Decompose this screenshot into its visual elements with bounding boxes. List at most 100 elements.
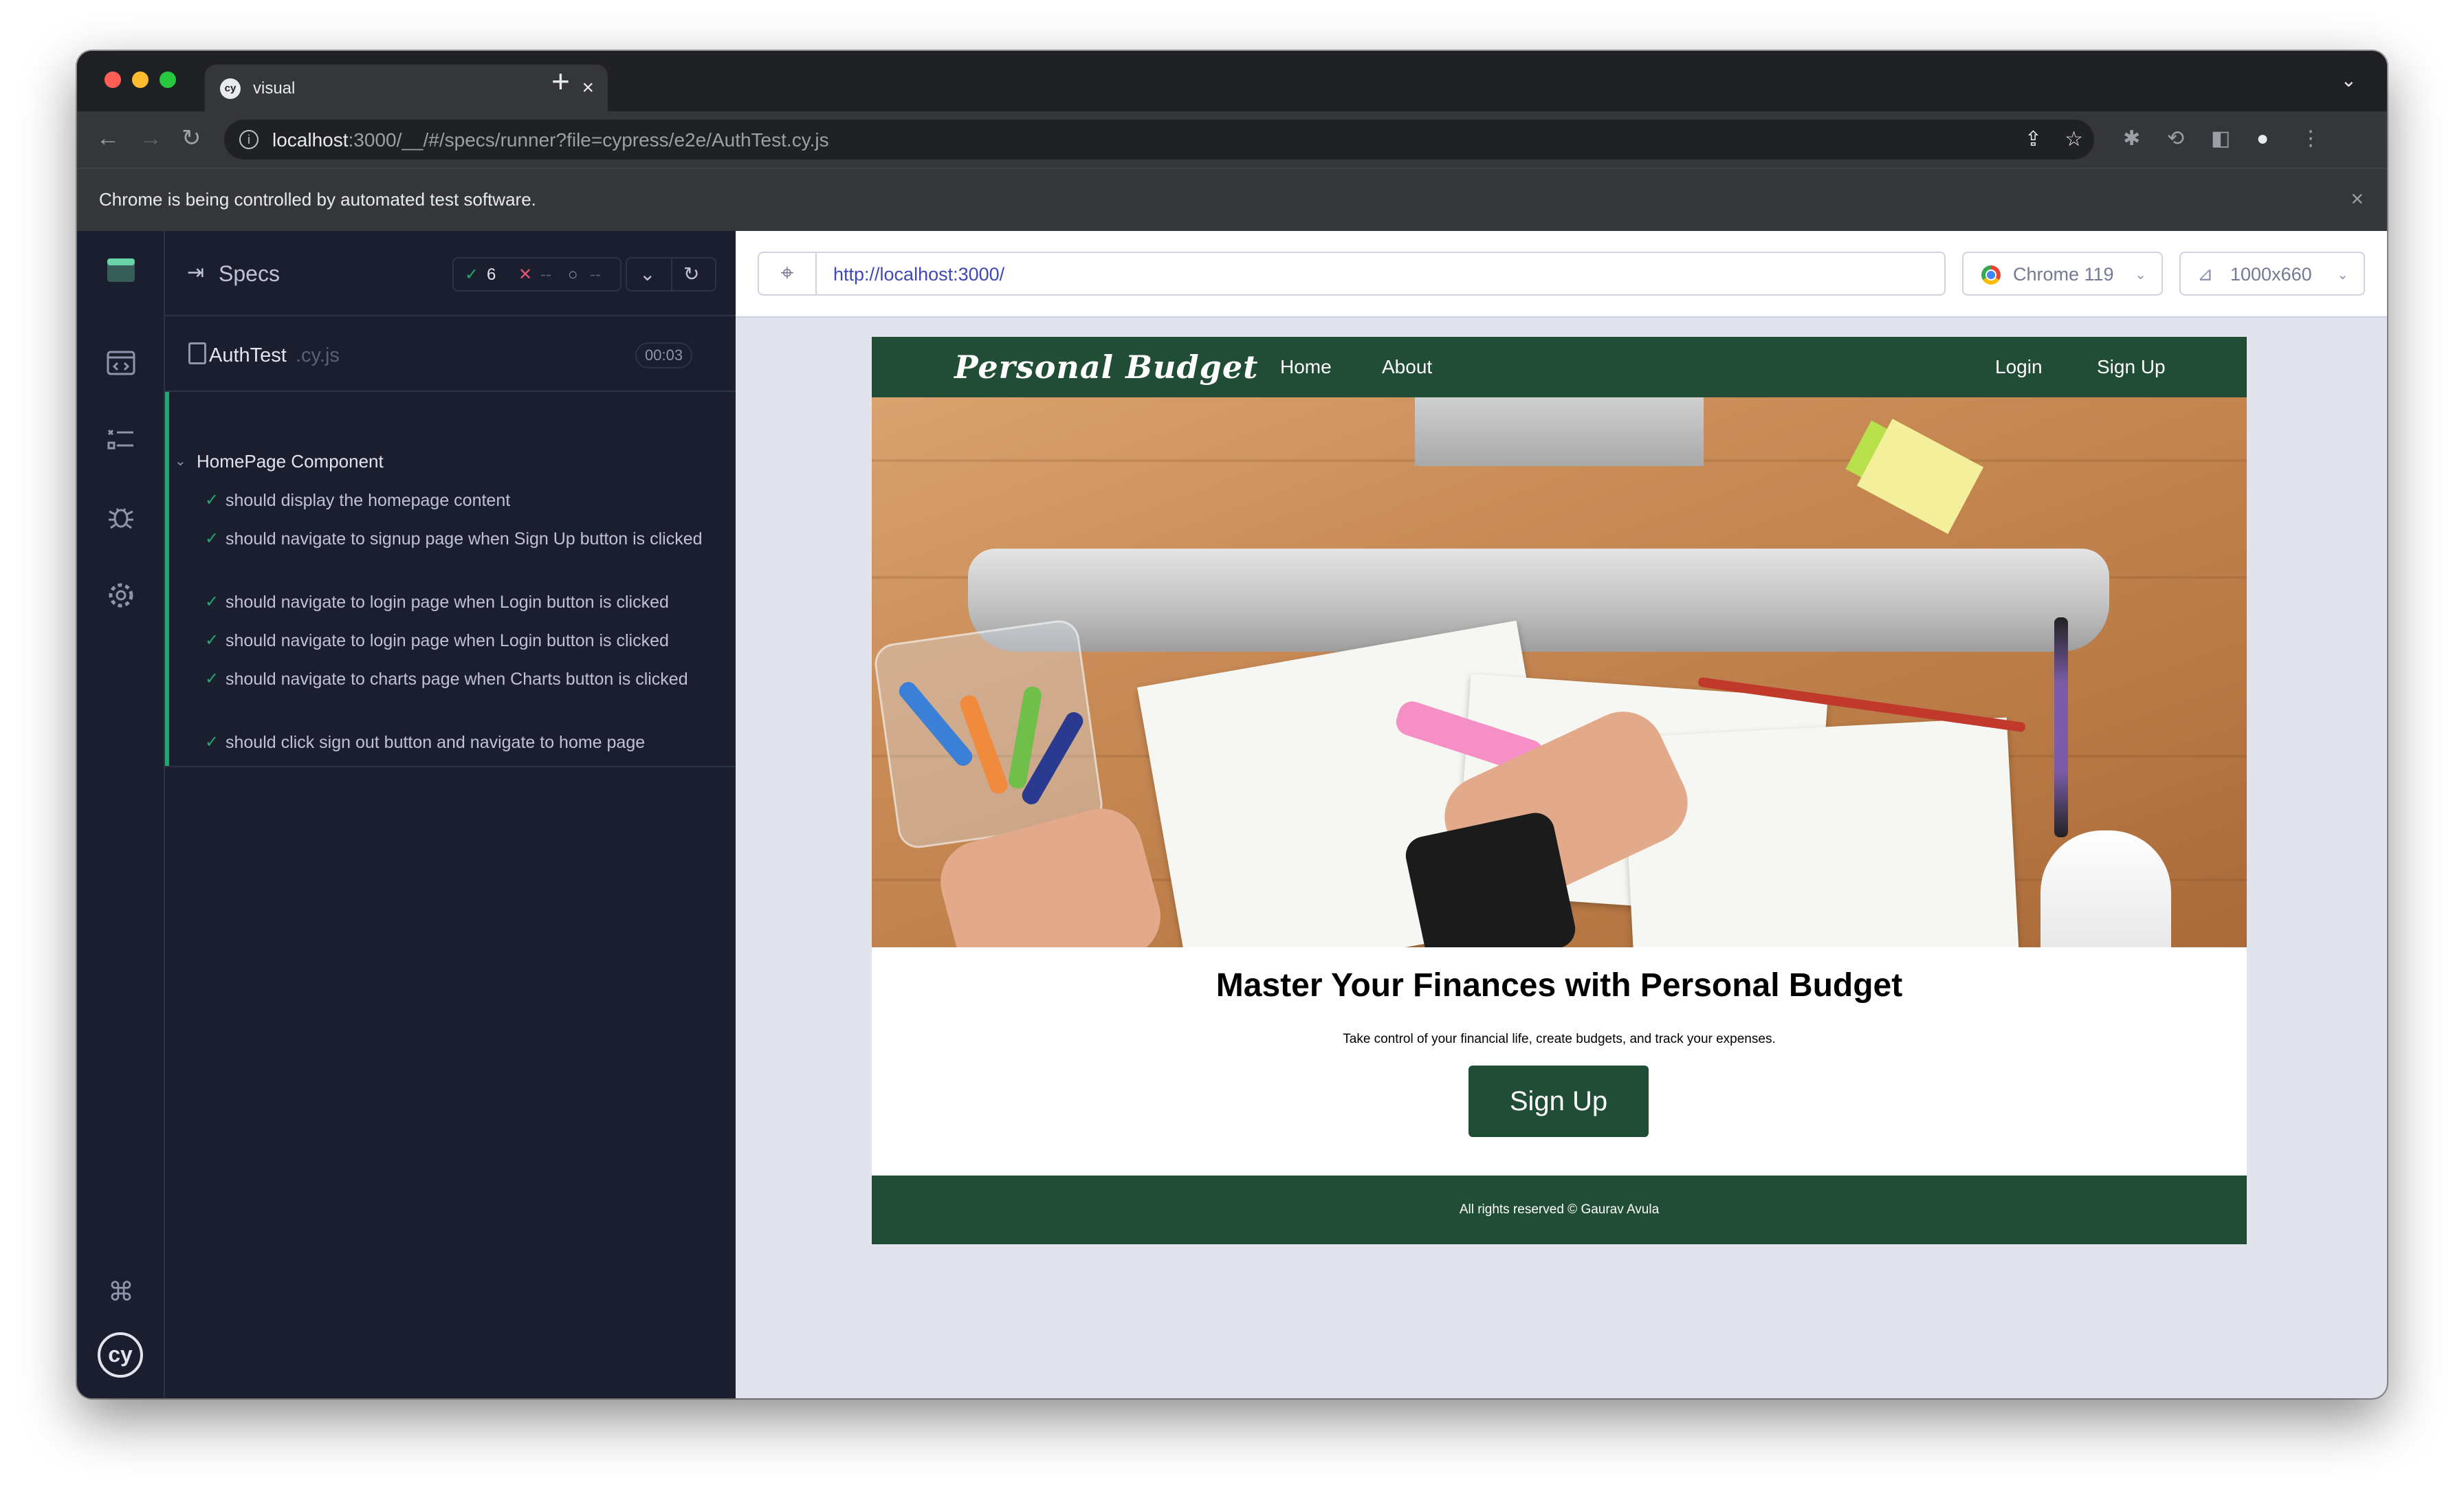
share-icon[interactable]: ⇪ <box>2025 128 2042 151</box>
monitor-stand <box>1415 397 1704 466</box>
collapse-chevron-icon[interactable]: ⌄ <box>639 261 655 287</box>
suite-passed-bar <box>165 392 169 767</box>
failed-x-icon: ✕ <box>518 265 533 284</box>
failed-count: -- <box>540 265 551 284</box>
aut-url-bar[interactable]: http://localhost:3000/ <box>815 252 1946 296</box>
chevron-down-icon: ⌄ <box>2337 267 2348 283</box>
passed-check-icon: ✓ <box>205 670 219 688</box>
app-footer: All rights reserved © Gaurav Avula <box>872 1176 2247 1244</box>
browser-app-icon[interactable] <box>104 257 138 290</box>
cypress-side-nav: ⌘ cy <box>77 231 165 1398</box>
chrome-menu-icon[interactable]: ⋮ <box>2300 125 2321 153</box>
browser-label: Chrome 119 <box>2013 264 2114 285</box>
reporter-controls: ⌄ ↻ <box>626 257 716 291</box>
test-item[interactable]: ✓ should navigate to signup page when Si… <box>205 527 714 582</box>
footer-copyright: All rights reserved © Gaurav Avula <box>1459 1202 1660 1217</box>
profile-avatar-icon[interactable]: ● <box>2256 125 2269 153</box>
extensions-puzzle-icon[interactable]: ✱ <box>2123 125 2140 153</box>
pending-spinner-icon: ○ <box>568 265 578 284</box>
extension-icon[interactable]: ⟲ <box>2167 125 2184 153</box>
aut-header: ⌖ http://localhost:3000/ Chrome 119 ⌄ ⊿ … <box>736 231 2387 318</box>
back-arrow-icon[interactable]: ← <box>96 122 120 154</box>
test-label: should navigate to login page when Login… <box>226 593 669 612</box>
spec-file-name: AuthTest <box>209 344 287 366</box>
nav-home-link[interactable]: Home <box>1280 356 1332 378</box>
suite-caret-icon[interactable]: ⌄ <box>175 451 186 472</box>
aut-url: http://localhost:3000/ <box>833 264 1005 285</box>
side-panel-icon[interactable]: ◧ <box>2211 125 2230 153</box>
runs-icon-svg <box>107 429 133 450</box>
controls-divider <box>671 258 672 290</box>
app-under-test-area: ⌖ http://localhost:3000/ Chrome 119 ⌄ ⊿ … <box>736 231 2387 1398</box>
browser-selector[interactable]: Chrome 119 ⌄ <box>1962 252 2163 296</box>
cypress-logo-icon[interactable]: cy <box>98 1332 143 1378</box>
passed-check-icon: ✓ <box>205 529 219 548</box>
nav-login-link[interactable]: Login <box>1995 356 2043 378</box>
spec-duration-badge: 00:03 <box>635 342 693 368</box>
rerun-icon[interactable]: ↻ <box>683 261 699 287</box>
brand-logo[interactable]: Personal Budget <box>954 348 1258 386</box>
reload-icon[interactable]: ↻ <box>182 122 201 154</box>
browser-app-icon-svg <box>107 258 135 282</box>
specs-toggle-icon[interactable]: ⇥ <box>187 261 204 285</box>
specs-label[interactable]: Specs <box>219 261 280 286</box>
test-stats: ✓ 6 ✕ -- ○ -- <box>452 257 622 291</box>
close-infobar-icon[interactable]: × <box>2351 186 2364 212</box>
specs-list-icon[interactable] <box>104 349 138 382</box>
test-label: should navigate to signup page when Sign… <box>226 529 703 549</box>
tab-strip: cy visual × + ⌄ <box>77 51 2387 111</box>
tab-title: visual <box>253 79 296 98</box>
close-tab-icon[interactable]: × <box>582 76 594 100</box>
viewport-ruler-icon: ⊿ <box>2197 263 2214 285</box>
browser-tab[interactable]: cy visual × <box>205 65 608 111</box>
passed-check-icon: ✓ <box>205 631 219 650</box>
browser-toolbar: ← → ↻ i localhost:3000/__/#/specs/runner… <box>77 111 2387 168</box>
maximize-window-button[interactable] <box>160 71 176 88</box>
paper-sheet <box>1622 717 2019 947</box>
test-item[interactable]: ✓ should navigate to charts page when Ch… <box>205 667 714 722</box>
monitor <box>968 549 2109 652</box>
bookmark-star-icon[interactable]: ☆ <box>2065 128 2083 151</box>
test-reporter: ⇥ Specs ✓ 6 ✕ -- ○ -- ⌄ ↻ <box>165 231 736 1398</box>
app-frame: Personal Budget Home About Login Sign Up <box>872 337 2247 1244</box>
close-window-button[interactable] <box>104 71 121 88</box>
test-label: should navigate to login page when Login… <box>226 631 669 650</box>
minimize-window-button[interactable] <box>132 71 148 88</box>
address-url: localhost:3000/__/#/specs/runner?file=cy… <box>272 129 829 151</box>
nav-signup-link[interactable]: Sign Up <box>2097 356 2166 378</box>
document-icon <box>188 342 206 364</box>
runs-icon[interactable] <box>104 426 138 459</box>
site-info-icon[interactable]: i <box>239 130 258 149</box>
passed-check-icon: ✓ <box>205 733 219 751</box>
forward-arrow-icon[interactable]: → <box>139 122 162 154</box>
test-label: should navigate to charts page when Char… <box>226 670 688 689</box>
test-label: should click sign out button and navigat… <box>226 733 646 752</box>
signup-cta-button[interactable]: Sign Up <box>1468 1066 1649 1137</box>
automation-infobar-text: Chrome is being controlled by automated … <box>99 189 536 210</box>
pending-count: -- <box>590 265 601 284</box>
selector-playground-crosshair-icon[interactable]: ⌖ <box>758 252 817 296</box>
browser-window: cy visual × + ⌄ ← → ↻ i localhost:3000/_… <box>77 51 2387 1398</box>
passed-check-icon: ✓ <box>465 265 479 284</box>
address-bar[interactable]: i localhost:3000/__/#/specs/runner?file=… <box>224 120 2094 159</box>
suite-title[interactable]: HomePage Component <box>197 450 384 473</box>
hero-image <box>872 397 2247 947</box>
passed-check-icon: ✓ <box>205 593 219 611</box>
suite-bottom-divider <box>165 766 736 767</box>
keyboard-shortcuts-icon[interactable]: ⌘ <box>104 1276 138 1309</box>
reporter-header: ⇥ Specs ✓ 6 ✕ -- ○ -- ⌄ ↻ <box>165 231 736 316</box>
test-label: should display the homepage content <box>226 491 511 510</box>
settings-icon[interactable] <box>104 580 138 613</box>
tab-search-chevron-icon[interactable]: ⌄ <box>2341 69 2357 91</box>
viewport-selector[interactable]: ⊿ 1000x660 ⌄ <box>2179 252 2365 296</box>
debug-icon[interactable] <box>104 503 138 536</box>
passed-count: 6 <box>487 265 496 284</box>
nav-about-link[interactable]: About <box>1382 356 1432 378</box>
specs-list-icon-svg <box>107 351 135 375</box>
app-navbar: Personal Budget Home About Login Sign Up <box>872 337 2247 397</box>
test-item[interactable]: ✓ should click sign out button and navig… <box>205 730 714 785</box>
hero-headline: Master Your Finances with Personal Budge… <box>1216 967 1903 1004</box>
chevron-down-icon: ⌄ <box>2135 267 2146 283</box>
spec-file-ext: .cy.js <box>296 344 340 366</box>
new-tab-button[interactable]: + <box>551 65 570 98</box>
